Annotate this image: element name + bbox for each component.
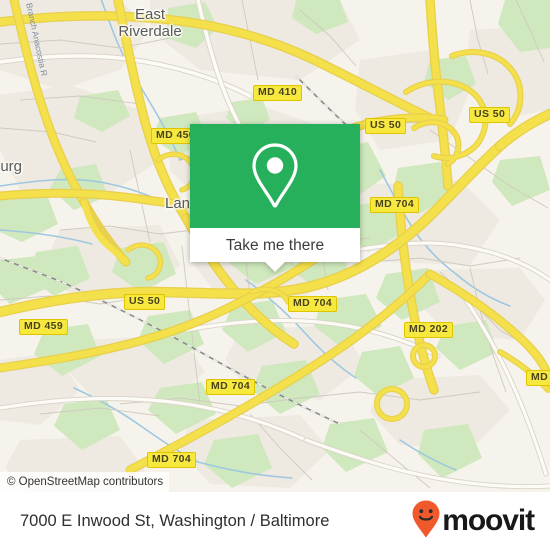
- moovit-logo[interactable]: moovit: [411, 499, 535, 544]
- road-shield-us-50-north: US 50: [365, 118, 407, 134]
- take-me-there-button[interactable]: Take me there: [190, 228, 360, 262]
- road-shield-md-edge: MD: [526, 370, 550, 386]
- road-shield-md-704-center: MD 704: [288, 296, 338, 312]
- road-shield-us-50-west: US 50: [124, 294, 166, 310]
- road-shield-md-704-southwest: MD 704: [206, 379, 256, 395]
- place-label-bladensburg: ourg: [0, 158, 23, 175]
- moovit-pin-smile-icon: [411, 499, 441, 544]
- place-label-east-riverdale: East Riverdale: [118, 6, 182, 40]
- popup-tail: [265, 262, 285, 272]
- moovit-wordmark: moovit: [442, 504, 535, 537]
- address-label: 7000 E Inwood St, Washington / Baltimore: [20, 512, 330, 530]
- map-pin-icon: [248, 141, 302, 211]
- road-shield-md-410: MD 410: [253, 85, 303, 101]
- map-viewport[interactable]: .mtr{fill:none;stroke:#f4e04a;stroke-lin…: [0, 0, 550, 492]
- map-screenshot: .mtr{fill:none;stroke:#f4e04a;stroke-lin…: [0, 0, 550, 550]
- road-shield-us-50-northeast: US 50: [469, 107, 511, 123]
- map-attribution[interactable]: © OpenStreetMap contributors: [0, 472, 170, 492]
- popup-pin-area: [190, 124, 360, 228]
- footer-bar: 7000 E Inwood St, Washington / Baltimore…: [0, 492, 550, 550]
- road-shield-md-459: MD 459: [19, 319, 69, 335]
- road-shield-md-704-bottom: MD 704: [147, 452, 197, 468]
- road-shield-md-704-east: MD 704: [370, 197, 420, 213]
- take-me-there-label: Take me there: [225, 236, 325, 254]
- location-popup-card[interactable]: Take me there: [190, 124, 360, 272]
- road-shield-md-202: MD 202: [404, 322, 454, 338]
